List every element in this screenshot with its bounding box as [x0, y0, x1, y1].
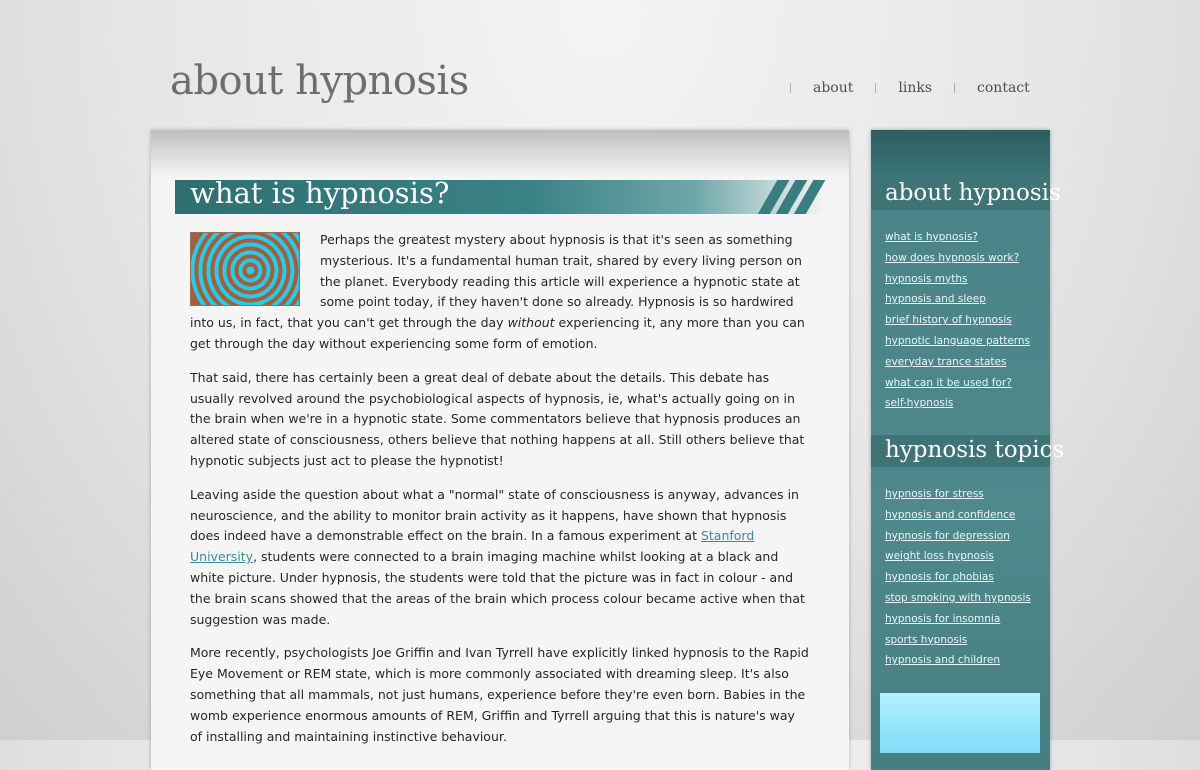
- emphasis-text: without: [507, 315, 555, 331]
- article-paragraph: That said, there has certainly been a gr…: [190, 369, 805, 468]
- sidebar-link[interactable]: self-hypnosis: [885, 397, 953, 409]
- sidebar-list-topics: hypnosis for stress hypnosis and confide…: [885, 482, 1031, 669]
- list-item: hypnosis for phobias: [885, 565, 1031, 586]
- sidebar-link[interactable]: hypnosis myths: [885, 273, 968, 285]
- article-title: what is hypnosis?: [190, 180, 450, 210]
- sidebar-link[interactable]: hypnosis and children: [885, 654, 1000, 666]
- sidebar-link[interactable]: hypnosis for stress: [885, 488, 984, 500]
- sidebar-link[interactable]: hypnosis for depression: [885, 530, 1010, 542]
- list-item: hypnosis and confidence: [885, 503, 1031, 524]
- sidebar: about hypnosis what is hypnosis? how doe…: [871, 130, 1065, 770]
- list-item: how does hypnosis work?: [885, 246, 1030, 267]
- sidebar-list-about: what is hypnosis? how does hypnosis work…: [885, 225, 1030, 412]
- sidebar-link[interactable]: hypnotic language patterns: [885, 335, 1030, 347]
- sidebar-link[interactable]: brief history of hypnosis: [885, 314, 1012, 326]
- main-content-panel: what is hypnosis? Perhaps the greatest m…: [151, 130, 849, 770]
- list-item: what can it be used for?: [885, 371, 1030, 392]
- nav-link-about[interactable]: about: [791, 80, 875, 96]
- list-item: brief history of hypnosis: [885, 308, 1030, 329]
- sidebar-link[interactable]: weight loss hypnosis: [885, 550, 994, 562]
- list-item: hypnosis for depression: [885, 524, 1031, 545]
- sidebar-heading-about: about hypnosis: [871, 178, 1061, 210]
- list-item: hypnosis myths: [885, 267, 1030, 288]
- sidebar-link[interactable]: sports hypnosis: [885, 634, 967, 646]
- list-item: hypnosis and sleep: [885, 287, 1030, 308]
- list-item: what is hypnosis?: [885, 225, 1030, 246]
- list-item: hypnotic language patterns: [885, 329, 1030, 350]
- sidebar-link[interactable]: what is hypnosis?: [885, 231, 978, 243]
- site-title[interactable]: about hypnosis: [170, 58, 469, 104]
- sidebar-link[interactable]: stop smoking with hypnosis: [885, 592, 1031, 604]
- article-title-banner: what is hypnosis?: [175, 180, 825, 214]
- sidebar-heading-topics: hypnosis topics: [871, 435, 1065, 467]
- list-item: self-hypnosis: [885, 391, 1030, 412]
- sidebar-link[interactable]: everyday trance states: [885, 356, 1006, 368]
- article-body: Perhaps the greatest mystery about hypno…: [190, 230, 810, 760]
- list-item: hypnosis for insomnia: [885, 607, 1031, 628]
- paragraph-text: , students were connected to a brain ima…: [190, 549, 805, 627]
- list-item: hypnosis for stress: [885, 482, 1031, 503]
- grunge-texture: [151, 130, 849, 178]
- sidebar-heading-text: hypnosis topics: [885, 437, 1065, 463]
- sidebar-link[interactable]: how does hypnosis work?: [885, 252, 1019, 264]
- sidebar-heading-text: about hypnosis: [885, 180, 1061, 206]
- nav-link-links[interactable]: links: [876, 80, 954, 96]
- list-item: hypnosis and children: [885, 648, 1031, 669]
- article-paragraph: Leaving aside the question about what a …: [190, 485, 810, 631]
- list-item: sports hypnosis: [885, 628, 1031, 649]
- article-paragraph: More recently, psychologists Joe Griffin…: [190, 645, 809, 744]
- sidebar-link[interactable]: hypnosis for insomnia: [885, 613, 1000, 625]
- sidebar-link[interactable]: what can it be used for?: [885, 377, 1012, 389]
- sidebar-link[interactable]: hypnosis and sleep: [885, 293, 986, 305]
- sidebar-promo-image[interactable]: [880, 693, 1040, 753]
- nav-link-contact[interactable]: contact: [955, 80, 1052, 96]
- list-item: everyday trance states: [885, 350, 1030, 371]
- top-nav: about links contact: [790, 80, 1052, 96]
- sidebar-link[interactable]: hypnosis and confidence: [885, 509, 1015, 521]
- spiral-image: [190, 232, 300, 306]
- list-item: weight loss hypnosis: [885, 544, 1031, 565]
- list-item: stop smoking with hypnosis: [885, 586, 1031, 607]
- sidebar-link[interactable]: hypnosis for phobias: [885, 571, 994, 583]
